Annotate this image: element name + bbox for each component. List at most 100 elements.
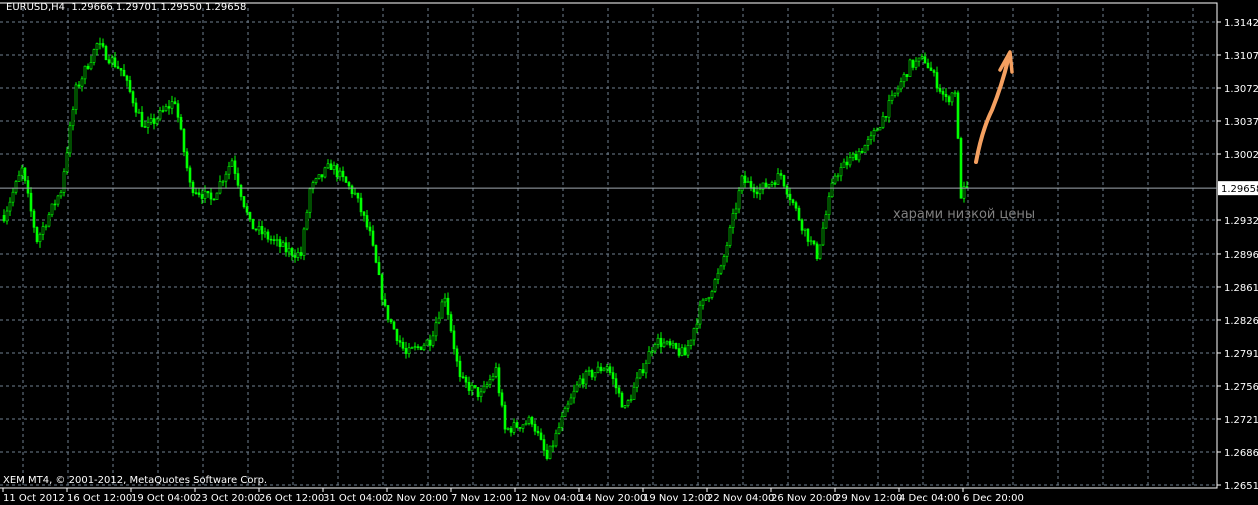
candle-body: [560, 416, 564, 428]
candle-body: [461, 376, 465, 379]
x-tick-label: 11 Oct 2012: [3, 493, 65, 504]
candle-body: [755, 191, 759, 195]
candle-body: [782, 175, 786, 187]
candle-body: [584, 371, 588, 385]
candle-body: [164, 106, 168, 111]
candle-body: [536, 430, 540, 434]
candle-body: [941, 91, 945, 95]
candle-body: [116, 66, 120, 69]
candle-body: [911, 59, 915, 68]
candle-body: [524, 423, 528, 426]
candle-body: [41, 226, 45, 235]
candle-body: [215, 192, 219, 200]
candle-body: [683, 347, 687, 356]
y-tick-label: 1.29320: [1224, 216, 1258, 227]
y-tick-label: 1.31070: [1224, 51, 1258, 62]
candle-body: [521, 424, 525, 429]
candle-body: [710, 290, 714, 298]
candle-body: [764, 182, 768, 188]
candle-body: [74, 84, 78, 111]
candle-body: [494, 367, 498, 377]
candle-body: [638, 369, 642, 379]
candle-body: [359, 197, 363, 213]
candle-body: [26, 180, 30, 194]
candle-body: [869, 135, 873, 141]
candle-body: [119, 68, 123, 71]
candle-body: [89, 62, 93, 70]
candle-body: [155, 118, 159, 124]
candle-body: [347, 182, 351, 187]
candle-body: [47, 214, 51, 227]
candle-body: [689, 339, 693, 346]
chart-window: 1.31420 1.31070 1.30720 1.30370 1.30020 1.293…: [0, 0, 1258, 505]
candle-body: [854, 153, 858, 161]
candle-body: [29, 192, 33, 212]
annotation-text: харами низкой цены: [893, 207, 1036, 222]
candle-body: [425, 339, 429, 346]
candle-body: [530, 416, 534, 425]
candle-body: [410, 347, 414, 349]
candle-body: [323, 167, 327, 178]
candle-body: [44, 225, 48, 228]
candle-body: [551, 445, 555, 448]
candle-body: [65, 152, 69, 173]
candle-body: [32, 210, 36, 228]
candle-body: [269, 238, 273, 241]
candle-body: [233, 160, 237, 174]
price-chart[interactable]: 1.31420 1.31070 1.30720 1.30370 1.30020 1.293…: [0, 0, 1258, 505]
candle-body: [302, 228, 306, 256]
candle-body: [824, 214, 828, 229]
candle-body: [677, 348, 681, 356]
candle-body: [299, 252, 303, 256]
candle-body: [905, 74, 909, 77]
candle-body: [338, 170, 342, 178]
x-tick-label: 31 Oct 04:00: [323, 493, 388, 504]
candle-body: [938, 87, 942, 92]
candle-body: [179, 116, 183, 130]
candle-body: [221, 180, 225, 183]
x-tick-label: 26 Nov 20:00: [771, 493, 838, 504]
candle-body: [725, 245, 729, 257]
candle-body: [104, 46, 108, 61]
candle-body: [743, 175, 747, 183]
candle-body: [533, 423, 537, 432]
symbol-label: EURUSD,H4: [6, 2, 66, 13]
candle-body: [713, 279, 717, 292]
candle-body: [293, 255, 297, 258]
candle-body: [353, 192, 357, 195]
candle-body: [143, 126, 147, 128]
candle-body: [527, 416, 531, 424]
candle-body: [620, 392, 624, 408]
candle-body: [809, 240, 813, 243]
candle-body: [68, 125, 72, 154]
x-tick-label: 29 Nov 12:00: [835, 493, 902, 504]
candle-body: [734, 208, 738, 214]
candle-body: [707, 296, 711, 299]
candle-body: [488, 379, 492, 385]
candle-body: [515, 422, 519, 428]
candle-body: [122, 69, 126, 77]
candle-body: [797, 207, 801, 221]
candle-body: [575, 384, 579, 392]
candle-body: [806, 228, 810, 242]
candle-body: [176, 103, 180, 118]
candle-body: [11, 191, 15, 203]
candle-body: [851, 153, 855, 158]
candle-body: [314, 178, 318, 184]
candle-body: [281, 242, 285, 247]
candle-body: [878, 127, 882, 131]
candle-body: [356, 192, 360, 199]
candle-body: [245, 206, 249, 213]
candle-body: [248, 211, 252, 220]
candle-body: [845, 161, 849, 166]
candle-body: [278, 239, 282, 247]
candle-body: [434, 322, 438, 337]
candle-body: [182, 128, 186, 153]
candle-body: [254, 228, 258, 231]
candle-body: [698, 304, 702, 325]
candle-body: [695, 323, 699, 329]
candle-body: [692, 328, 696, 341]
candle-body: [566, 403, 570, 409]
candle-body: [305, 211, 309, 230]
candle-body: [56, 195, 60, 205]
